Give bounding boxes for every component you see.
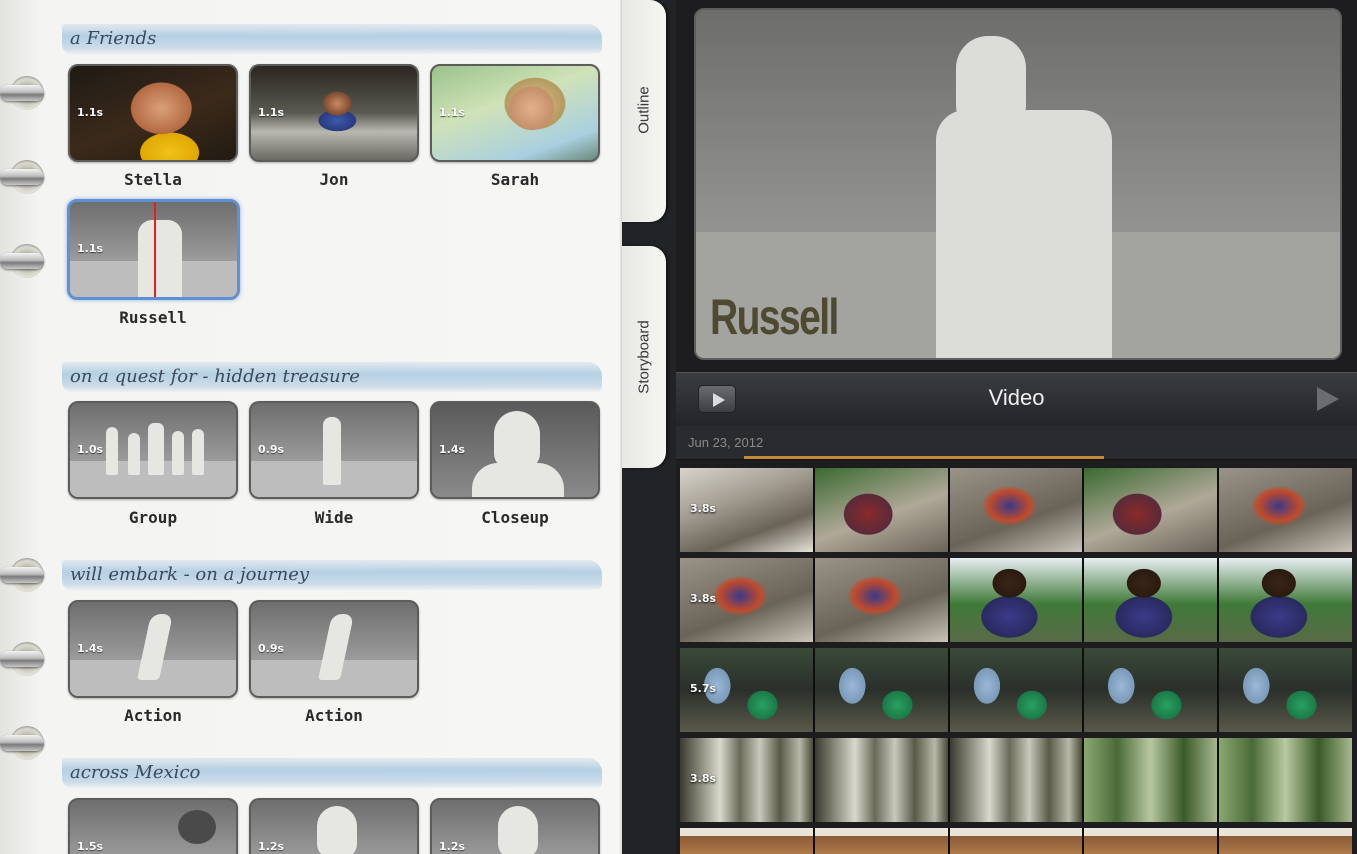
clip-duration: 1.1s xyxy=(77,242,104,255)
clip-mexico-1[interactable]: 1.5s xyxy=(68,798,238,854)
playhead-marker[interactable] xyxy=(154,202,156,297)
date-label: Jun 23, 2012 xyxy=(688,435,764,450)
binder-ring xyxy=(0,640,50,676)
clip-duration: 3.8s xyxy=(690,592,717,605)
clip-duration: 1.4s xyxy=(77,642,104,655)
view-tabs: Outline Storyboard xyxy=(622,0,678,854)
clip-caption-jon: Jon xyxy=(319,170,349,189)
clip-caption-russell: Russell xyxy=(119,308,187,327)
clip-caption-action-1: Action xyxy=(124,706,182,725)
section-label-journey: will embark - on a journey xyxy=(62,560,602,590)
clip-mexico-3[interactable]: 1.2s xyxy=(430,798,600,854)
clip-duration: 1.2s xyxy=(258,840,285,853)
clip-duration: 0.9s xyxy=(258,443,285,456)
clip-closeup[interactable]: 1.4s xyxy=(430,401,600,499)
clip-jon[interactable]: 1.1s xyxy=(249,64,419,162)
clip-duration: 0.9s xyxy=(258,642,285,655)
clip-mexico-2[interactable]: 1.2s xyxy=(249,798,419,854)
clip-duration: 1.2s xyxy=(439,840,466,853)
media-browser-header: Video xyxy=(676,372,1357,426)
clip-caption-action-2: Action xyxy=(305,706,363,725)
clip-duration: 1.4s xyxy=(439,443,466,456)
clip-group[interactable]: 1.0s xyxy=(68,401,238,499)
binder-ring xyxy=(0,158,50,194)
section-label-friends: a Friends xyxy=(62,24,602,54)
binder-ring xyxy=(0,242,50,278)
binder-ring xyxy=(0,74,50,110)
video-clip-strip[interactable]: 3.8s xyxy=(680,558,1352,642)
tab-storyboard-label: Storyboard xyxy=(635,320,653,394)
group-silhouette-icon xyxy=(106,427,118,475)
video-clip-strip[interactable]: 3.8s xyxy=(680,468,1352,552)
clip-caption-stella: Stella xyxy=(124,170,182,189)
closeup-silhouette-icon xyxy=(317,806,357,854)
clip-duration: 3.8s xyxy=(690,772,717,785)
next-arrow-icon[interactable] xyxy=(1317,387,1339,411)
clip-viewer[interactable]: Russell xyxy=(694,8,1342,360)
tree-icon xyxy=(178,810,216,844)
date-bar: Jun 23, 2012 xyxy=(676,426,1357,460)
tab-outline-label: Outline xyxy=(635,86,653,134)
closeup-silhouette-icon xyxy=(494,411,540,469)
clip-caption-wide: Wide xyxy=(314,508,354,527)
section-label-quest: on a quest for - hidden treasure xyxy=(62,362,602,392)
media-browser-title: Video xyxy=(988,385,1045,410)
clip-action-2[interactable]: 0.9s xyxy=(249,600,419,698)
tab-storyboard[interactable]: Storyboard xyxy=(622,246,666,468)
person-silhouette-icon xyxy=(138,220,182,297)
preview-pane: Russell Video Jun 23, 2012 3.8s 3.8s 5.7… xyxy=(676,0,1357,854)
clip-duration: 1.0s xyxy=(77,443,104,456)
binder-ring xyxy=(0,556,50,592)
clip-stella[interactable]: 1.1s xyxy=(68,64,238,162)
section-label-mexico: across Mexico xyxy=(62,758,602,788)
clip-russell[interactable]: 1.1s xyxy=(67,199,240,300)
closeup-silhouette-icon xyxy=(498,806,538,854)
clip-duration: 3.8s xyxy=(690,502,717,515)
clip-sarah[interactable]: 1.1s xyxy=(430,64,600,162)
clip-caption-sarah: Sarah xyxy=(490,170,540,189)
tab-outline[interactable]: Outline xyxy=(622,0,666,222)
usage-progress-bar xyxy=(744,456,1104,459)
clip-duration: 1.1s xyxy=(258,106,285,119)
clip-duration: 1.5s xyxy=(77,840,104,853)
clip-caption-group: Group xyxy=(128,508,178,527)
video-clip-strip[interactable] xyxy=(680,828,1352,854)
clip-duration: 1.1s xyxy=(439,106,466,119)
video-clip-strip[interactable]: 3.8s xyxy=(680,738,1352,822)
binder-ring xyxy=(0,724,50,760)
clip-wide[interactable]: 0.9s xyxy=(249,401,419,499)
video-clip-strip[interactable]: 5.7s xyxy=(680,648,1352,732)
clip-action-1[interactable]: 1.4s xyxy=(68,600,238,698)
clip-duration: 1.1s xyxy=(77,106,104,119)
person-silhouette-icon xyxy=(323,417,341,485)
clip-duration: 5.7s xyxy=(690,682,717,695)
storyboard-notebook: a Friends 1.1s Stella 1.1s Jon 1.1s Sara… xyxy=(0,0,625,854)
viewer-title: Russell xyxy=(710,289,839,345)
clip-caption-closeup: Closeup xyxy=(481,508,549,527)
